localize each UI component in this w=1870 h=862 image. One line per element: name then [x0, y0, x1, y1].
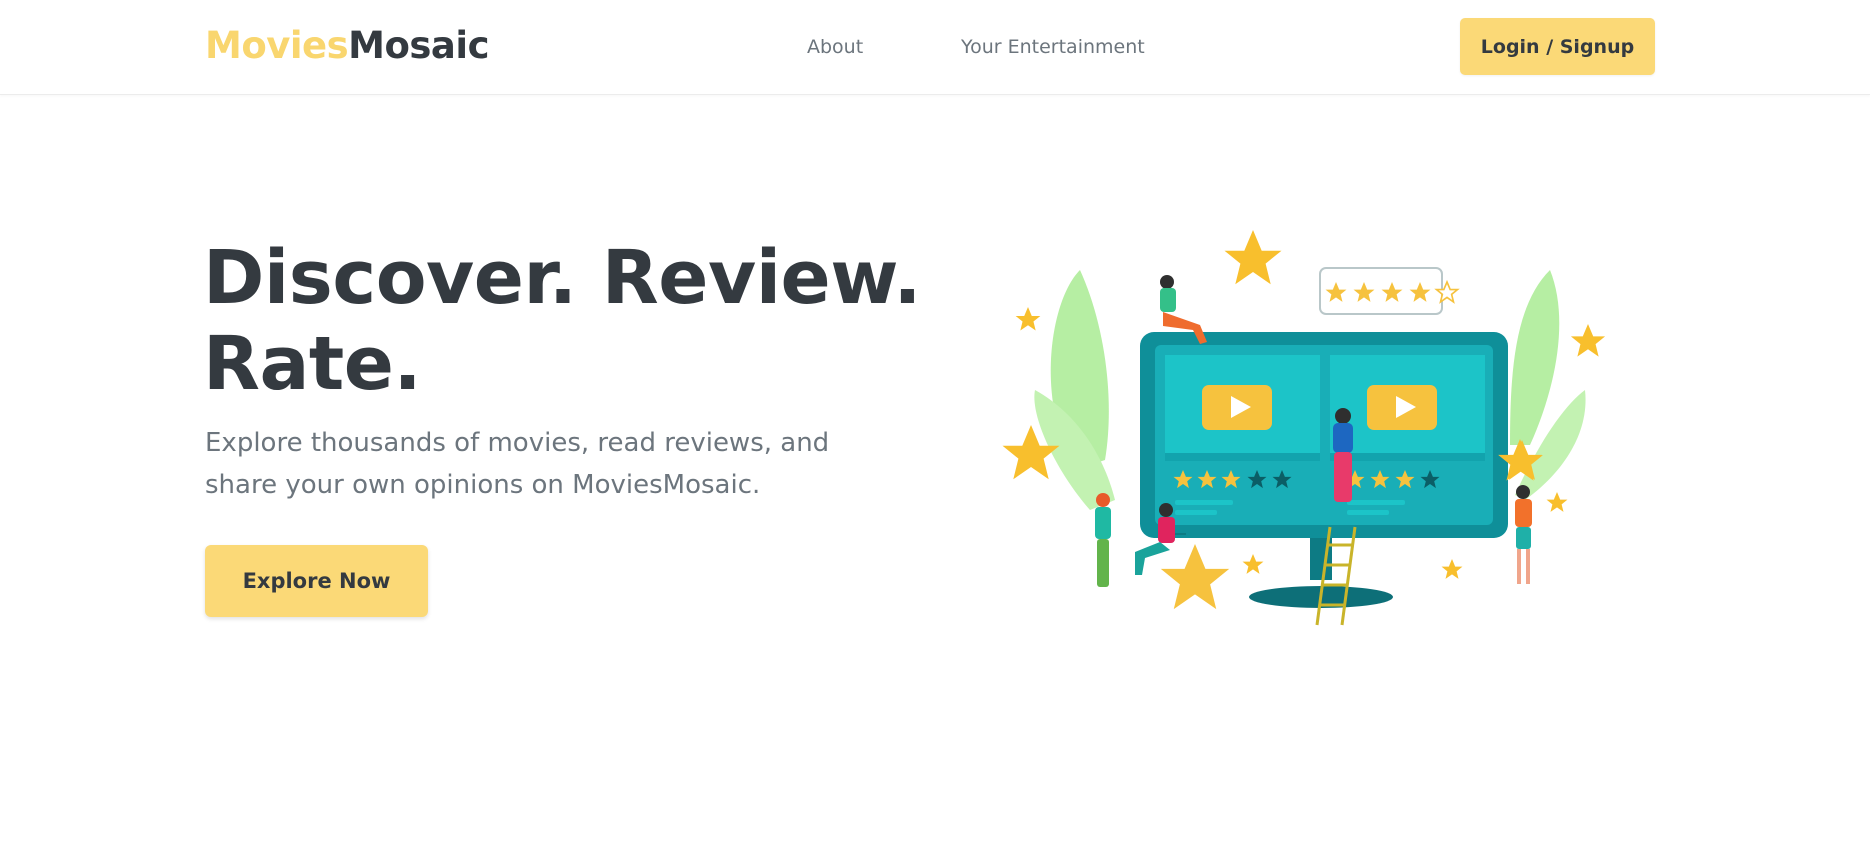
- explore-now-button[interactable]: Explore Now: [205, 545, 428, 617]
- rating-card: [1319, 267, 1459, 315]
- play-icon: [1367, 385, 1437, 430]
- hero-title: Discover. Review. Rate.: [203, 235, 922, 407]
- person-standing-left: [1095, 493, 1111, 587]
- play-icon: [1202, 385, 1272, 430]
- nav-link-about[interactable]: About: [807, 35, 863, 59]
- brand-logo-part2: Mosaic: [348, 24, 490, 67]
- big-star: [1160, 544, 1230, 610]
- hero-subtitle: Explore thousands of movies, read review…: [205, 428, 830, 500]
- brand-logo-part1: Movies: [205, 24, 349, 67]
- top-navbar: MoviesMosaic About Your Entertainment Lo…: [0, 0, 1870, 95]
- movie-rating-illustration: [1002, 230, 1606, 626]
- nav-link-your-entertainment[interactable]: Your Entertainment: [961, 35, 1145, 59]
- login-signup-button[interactable]: Login / Signup: [1460, 18, 1655, 75]
- brand-logo[interactable]: MoviesMosaic: [205, 22, 490, 70]
